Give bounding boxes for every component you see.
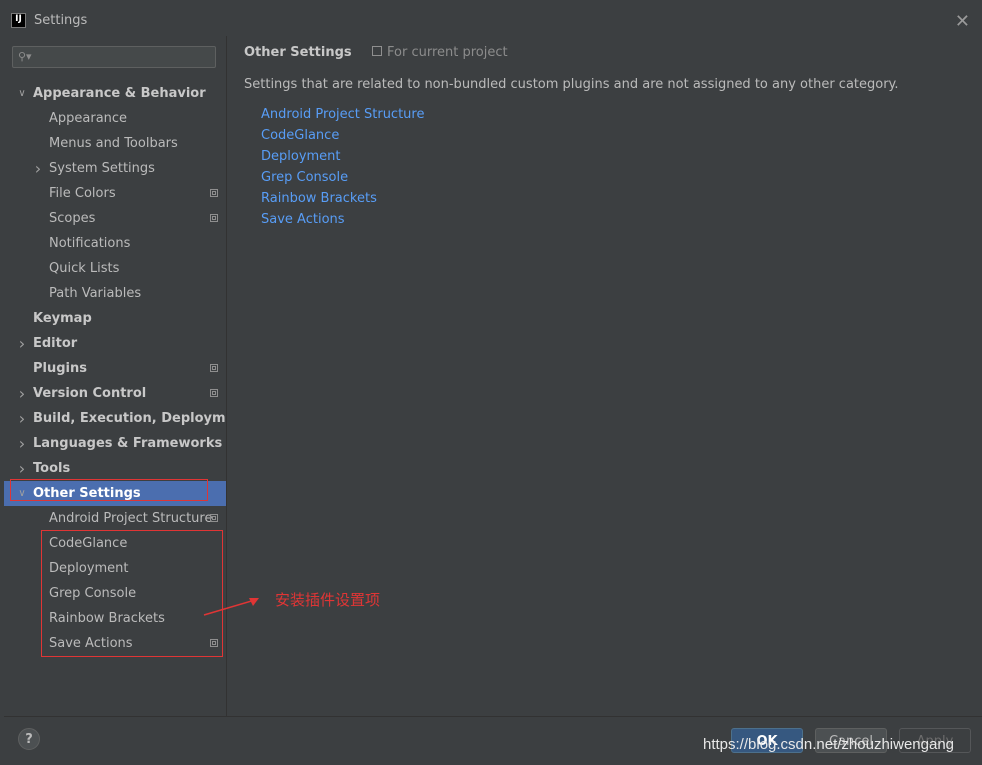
tree-item-label: Other Settings [33,486,141,501]
title-bar: IJ Settings ✕ [4,8,982,36]
tree-item-label: Tools [33,461,71,476]
tree-item-label: System Settings [49,161,155,176]
tree-item-codeglance[interactable]: CodeGlance [4,531,226,556]
project-scope-icon [210,214,218,222]
link-grep-console[interactable]: Grep Console [261,167,424,188]
scope-label: For current project [372,45,508,60]
project-scope-icon [210,639,218,647]
tree-item-label: Path Variables [49,286,142,301]
link-rainbow-brackets[interactable]: Rainbow Brackets [261,188,424,209]
tree-item-label: Save Actions [49,636,133,651]
tree-item-rainbow-brackets[interactable]: Rainbow Brackets [4,606,226,631]
tree-item-plugins[interactable]: Plugins [4,356,226,381]
tree-item-keymap[interactable]: Keymap [4,306,226,331]
tree-item-label: Rainbow Brackets [49,611,165,626]
tree-item-appearance[interactable]: Appearance [4,106,226,131]
tree-item-appearance-behavior[interactable]: ∨ Appearance & Behavior [4,81,226,106]
tree-item-label: Plugins [33,361,87,376]
tree-item-deployment[interactable]: Deployment [4,556,226,581]
collapse-arrow-icon[interactable]: › [32,156,44,181]
expand-arrow-icon[interactable]: ∨ [16,81,28,106]
link-deployment[interactable]: Deployment [261,146,424,167]
scope-text: For current project [387,45,508,60]
project-scope-icon [210,514,218,522]
window-title: Settings [34,13,88,28]
project-scope-icon [372,46,382,56]
collapse-arrow-icon[interactable]: › [16,331,28,356]
tree-item-grep-console[interactable]: Grep Console [4,581,226,606]
close-icon[interactable]: ✕ [955,11,970,32]
expand-arrow-icon[interactable]: ∨ [16,481,28,506]
tree-item-label: Notifications [49,236,131,251]
plugin-links: Android Project Structure CodeGlance Deplo… [261,104,424,230]
annotation-text: 安装插件设置项 [275,591,381,609]
tree-item-label: Build, Execution, Deployment [33,411,250,426]
tree-item-label: Grep Console [49,586,137,601]
tree-item-editor[interactable]: › Editor [4,331,226,356]
tree-item-label: Editor [33,336,78,351]
page-description: Settings that are related to non-bundled… [244,77,899,92]
tree-item-label: Appearance [49,111,128,126]
link-save-actions[interactable]: Save Actions [261,209,424,230]
tree-item-label: Keymap [33,311,92,326]
settings-sidebar: ⚲▾ ∨ Appearance & Behavior Appearance Menus… [4,36,250,716]
tree-item-android-project-structure[interactable]: Android Project Structure [4,506,226,531]
collapse-arrow-icon[interactable]: › [16,406,28,431]
tree-item-tools[interactable]: › Tools [4,456,226,481]
tree-item-path-variables[interactable]: Path Variables [4,281,226,306]
page-title: Other Settings [244,45,352,60]
tree-item-label: Appearance & Behavior [33,86,206,101]
collapse-arrow-icon[interactable]: › [16,456,28,481]
content-panel: Other Settings For current project Setti… [226,36,982,716]
tree-item-label: Deployment [49,561,129,576]
collapse-arrow-icon[interactable]: › [16,381,28,406]
link-android-project-structure[interactable]: Android Project Structure [261,104,424,125]
project-scope-icon [210,364,218,372]
watermark: https://blog.csdn.net/zhouzhiwengang [703,736,955,753]
tree-item-languages-frameworks[interactable]: › Languages & Frameworks [4,431,226,456]
tree-item-file-colors[interactable]: File Colors [4,181,226,206]
search-field[interactable]: ⚲▾ [12,46,216,68]
tree-item-build-execution-deployment[interactable]: › Build, Execution, Deployment [4,406,250,431]
tree-item-quick-lists[interactable]: Quick Lists [4,256,226,281]
settings-dialog: IJ Settings ✕ ⚲▾ ∨ Appearance & Behavior A… [4,8,982,765]
annotation-arrow-icon [203,598,259,616]
tree-item-save-actions[interactable]: Save Actions [4,631,226,656]
project-scope-icon [210,189,218,197]
tree-item-label: Quick Lists [49,261,120,276]
tree-item-label: Menus and Toolbars [49,136,178,151]
tree-item-label: Version Control [33,386,147,401]
search-input[interactable] [35,48,215,68]
tree-item-scopes[interactable]: Scopes [4,206,226,231]
search-icon: ⚲▾ [18,50,32,63]
tree-item-label: Scopes [49,211,96,226]
tree-item-menus-and-toolbars[interactable]: Menus and Toolbars [4,131,226,156]
tree-item-label: Languages & Frameworks [33,436,223,451]
tree-item-system-settings[interactable]: › System Settings [4,156,226,181]
project-scope-icon [210,389,218,397]
link-codeglance[interactable]: CodeGlance [261,125,424,146]
help-button[interactable]: ? [18,728,40,750]
tree-item-label: Android Project Structure [49,511,213,526]
collapse-arrow-icon[interactable]: › [16,431,28,456]
tree-item-label: CodeGlance [49,536,128,551]
tree-item-notifications[interactable]: Notifications [4,231,226,256]
tree-item-label: File Colors [49,186,116,201]
tree-item-version-control[interactable]: › Version Control [4,381,226,406]
tree-item-other-settings[interactable]: ∨ Other Settings [4,481,226,506]
intellij-app-icon: IJ [11,13,26,28]
